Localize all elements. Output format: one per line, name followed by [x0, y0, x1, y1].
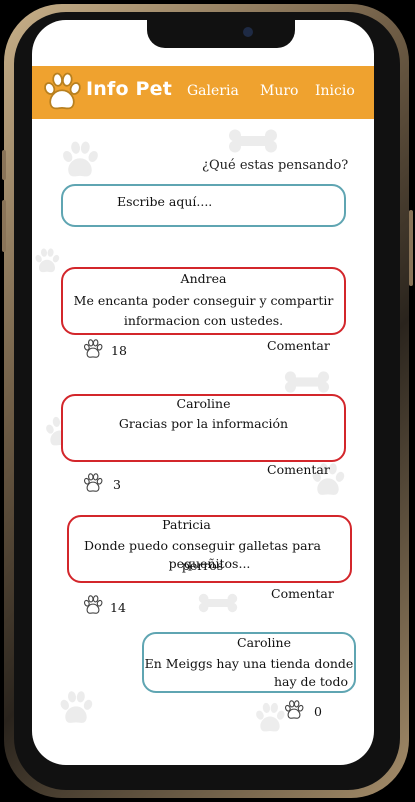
paw-icon[interactable]	[82, 337, 104, 361]
paw-logo-icon	[40, 69, 84, 115]
background-bone-icon	[228, 128, 278, 154]
post-message-line: En Meiggs hay una tienda donde	[144, 656, 354, 671]
background-bone-icon	[284, 370, 330, 394]
post-card: Caroline Gracias por la información	[61, 394, 346, 462]
post-message-line: informacion con ustedes.	[123, 313, 284, 328]
app-header: Info Pet Galeria Muro Inicio	[32, 66, 374, 119]
paw-icon[interactable]	[82, 593, 104, 617]
post-input-placeholder: Escribe aquí....	[117, 194, 213, 209]
post-author: Caroline	[237, 635, 291, 650]
post-message-line: Me encanta poder conseguir y compartir	[73, 293, 334, 308]
post-card: Patricia Donde puedo conseguir galletas …	[67, 515, 352, 583]
background-paw-icon	[32, 246, 62, 276]
background-paw-icon	[56, 688, 96, 728]
paw-icon[interactable]	[283, 698, 305, 722]
comment-button[interactable]: Comentar	[267, 338, 330, 353]
post-message-line: Gracias por la información	[118, 416, 289, 431]
post-card: Andrea Me encanta poder conseguir y comp…	[61, 267, 346, 335]
phone-side-button	[2, 200, 6, 252]
like-count: 18	[111, 343, 127, 358]
background-paw-icon	[58, 138, 102, 182]
like-count: 3	[113, 477, 121, 492]
post-input[interactable]: Escribe aquí....	[61, 184, 346, 227]
post-author: Andrea	[180, 271, 227, 286]
nav-muro[interactable]: Muro	[260, 83, 298, 99]
phone-side-button	[409, 210, 413, 286]
paw-icon[interactable]	[82, 471, 104, 495]
post-message-line: pequeñitos...	[168, 556, 251, 571]
comment-button[interactable]: Comentar	[271, 586, 334, 601]
nav-inicio[interactable]: Inicio	[315, 83, 355, 99]
app-screen: Info Pet Galeria Muro Inicio ¿Qué estas …	[32, 20, 374, 765]
phone-notch	[147, 20, 295, 48]
camera-icon	[243, 27, 253, 37]
like-count: 0	[314, 704, 322, 719]
composer-prompt: ¿Qué estas pensando?	[202, 158, 349, 173]
like-count: 14	[110, 600, 126, 615]
post-author: Patricia	[162, 517, 211, 532]
nav-galeria[interactable]: Galeria	[187, 83, 239, 99]
phone-side-button	[2, 150, 6, 180]
post-author: Caroline	[176, 396, 231, 411]
brand-title[interactable]: Info Pet	[86, 78, 172, 100]
comment-button[interactable]: Comentar	[267, 462, 330, 477]
background-bone-icon	[198, 592, 238, 614]
post-card: Caroline En Meiggs hay una tienda donde …	[142, 632, 356, 693]
post-message-line: hay de todo	[274, 674, 348, 689]
